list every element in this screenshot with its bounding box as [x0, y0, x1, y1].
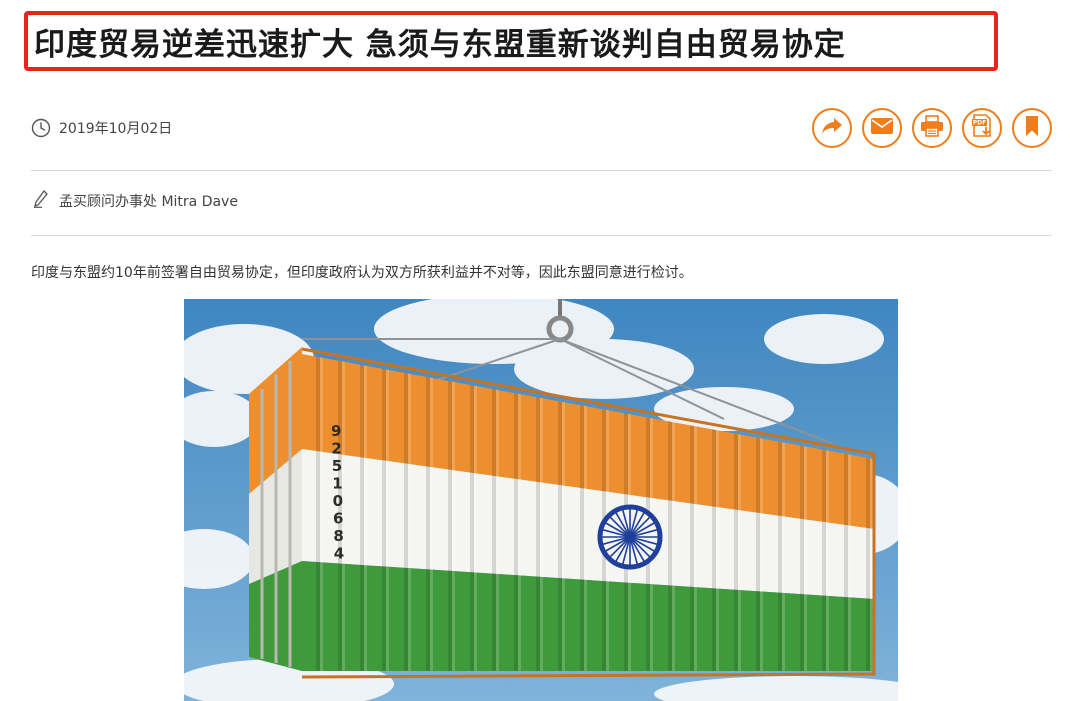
article-summary: 印度与东盟约10年前签署自由贸易协定，但印度政府认为双方所获利益并不对等，因此东…	[31, 265, 693, 281]
article-photo: 92510684	[184, 299, 898, 701]
bookmark-icon	[1024, 115, 1040, 141]
container-number-digit: 0	[333, 492, 343, 510]
container-illustration: 92510684	[184, 299, 898, 701]
share-button[interactable]	[812, 108, 852, 148]
author-name: 孟买顾问办事处 Mitra Dave	[59, 194, 238, 210]
author-row: 孟买顾问办事处 Mitra Dave	[33, 190, 238, 212]
article-title: 印度贸易逆差迅速扩大 急须与东盟重新谈判自由贸易协定	[34, 26, 846, 63]
pdf-button[interactable]: PDF	[962, 108, 1002, 148]
print-button[interactable]	[912, 108, 952, 148]
date-row: 2019年10月02日	[31, 118, 172, 138]
ashoka-chakra	[597, 504, 663, 570]
pen-icon	[33, 190, 49, 212]
container-number-digit: 1	[332, 475, 342, 493]
svg-text:PDF: PDF	[973, 120, 986, 127]
pdf-download-icon: PDF	[969, 113, 995, 143]
printer-icon	[920, 115, 944, 141]
share-actions: PDF	[812, 108, 1052, 148]
container-number-digit: 6	[333, 510, 343, 528]
container-number-digit: 2	[331, 440, 341, 458]
divider-top	[31, 170, 1052, 171]
container-number-digit: 5	[332, 457, 342, 475]
container-number-digit: 9	[331, 422, 341, 440]
container-number-digit: 8	[333, 527, 343, 545]
clock-icon	[31, 118, 51, 138]
share-arrow-icon	[820, 116, 844, 140]
divider-bottom	[31, 235, 1052, 236]
title-highlight-box: 印度贸易逆差迅速扩大 急须与东盟重新谈判自由贸易协定	[24, 11, 998, 71]
publish-date: 2019年10月02日	[59, 121, 173, 137]
email-button[interactable]	[862, 108, 902, 148]
bookmark-button[interactable]	[1012, 108, 1052, 148]
container-number-digit: 4	[334, 545, 344, 563]
envelope-icon	[870, 117, 894, 139]
meta-row: 2019年10月02日 PDF	[31, 104, 1052, 152]
